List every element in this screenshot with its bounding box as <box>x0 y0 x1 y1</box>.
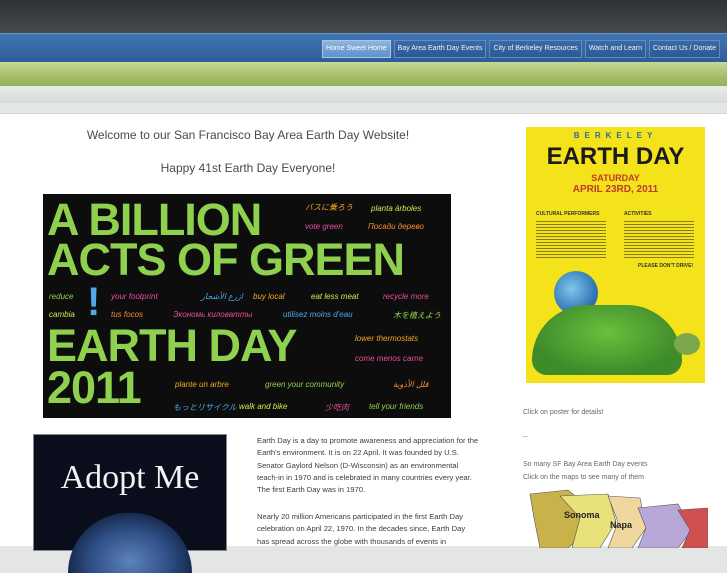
poster-date: APRIL 23RD, 2011 <box>572 184 659 195</box>
banner-line-acts-of-green: ACTS OF GREEN <box>47 234 405 285</box>
banner-phrase: قلل الأذوية <box>393 380 429 389</box>
berkeley-earth-day-poster[interactable]: BERKELEY EARTH DAY SATURDAY APRIL 23RD, … <box>526 127 705 383</box>
adopt-me-image[interactable]: Adopt Me <box>33 434 227 573</box>
earth-globe-graphic <box>68 513 192 573</box>
earth-day-paragraph-2: Nearly 20 million Americans participated… <box>257 512 466 546</box>
welcome-heading: Welcome to our San Francisco Bay Area Ea… <box>86 128 410 142</box>
billion-acts-banner-image[interactable]: A BILLION ACTS OF GREEN ! EARTH DAY 2011… <box>43 194 451 418</box>
nav-item-contact-donate[interactable]: Contact Us / Donate <box>648 40 720 58</box>
nav-item-home[interactable]: Home Sweet Home <box>321 40 391 58</box>
earth-day-paragraph-1: Earth Day is a day to promote awareness … <box>257 436 479 495</box>
banner-line-exclamation: ! <box>87 280 100 324</box>
banner-phrase: plante un arbre <box>175 380 229 389</box>
banner-phrase: utilisez moins d'eau <box>283 310 353 319</box>
banner-phrase: cambia <box>49 310 75 319</box>
banner-phrase: 木を植えよう <box>393 311 441 320</box>
poster-text-lines <box>624 219 694 259</box>
poster-dont-drive: PLEASE DON'T DRIVE! <box>638 263 694 269</box>
banner-phrase: buy local <box>253 292 285 301</box>
poster-turtle-head <box>674 333 700 355</box>
top-dark-bar <box>0 0 727 33</box>
banner-phrase: tus focos <box>111 310 144 319</box>
banner-phrase: Посади дерево <box>368 222 425 231</box>
happy-earth-day-heading: Happy 41st Earth Day Everyone! <box>160 161 336 175</box>
banner-phrase: come menos carne <box>355 354 424 363</box>
poster-activities: ACTIVITIES <box>624 211 652 217</box>
nav-item-watch-and-learn[interactable]: Watch and Learn <box>584 40 646 58</box>
banner-phrase: recycle more <box>383 292 429 301</box>
nav-item-berkeley-resources[interactable]: City of Berkeley Resources <box>489 40 582 58</box>
map-svg <box>529 489 708 548</box>
map-label-napa: Napa <box>610 520 633 530</box>
banner-phrase: planta árboles <box>371 204 422 213</box>
green-header-band <box>0 62 727 86</box>
banner-phrase: vote green <box>305 222 343 231</box>
banner-phrase: もっとリサイクル <box>173 403 237 412</box>
main-navigation-bar: Home Sweet Home Bay Area Earth Day Event… <box>0 33 727 62</box>
nav-item-bay-area-events[interactable]: Bay Area Earth Day Events <box>393 40 487 58</box>
banner-phrase: tell your friends <box>369 402 424 411</box>
banner-phrase: lower thermostats <box>355 334 419 343</box>
banner-phrase: 少吃肉 <box>325 403 349 412</box>
banner-phrase: バスに乗ろう <box>305 203 353 212</box>
banner-phrase: ازرع الأشجار <box>201 292 243 301</box>
sidebar-dash: -- <box>523 434 528 441</box>
maps-text: Click on the maps to see many of them <box>523 474 644 481</box>
banner-phrase: reduce <box>49 292 74 301</box>
banner-phrase: eat less meat <box>311 292 359 301</box>
bay-area-map-image[interactable]: Sonoma Napa <box>528 488 708 548</box>
nav-menu: Home Sweet Home Bay Area Earth Day Event… <box>321 40 720 58</box>
banner-phrase: your footprint <box>111 292 158 301</box>
poster-caption: Click on poster for details! <box>523 409 604 416</box>
banner-phrase: Экономь киловатты <box>173 310 253 319</box>
poster-saturday: SATURDAY <box>591 173 640 183</box>
content-area: Welcome to our San Francisco Bay Area Ea… <box>0 113 727 573</box>
map-label-sonoma: Sonoma <box>564 510 600 520</box>
poster-berkeley-text: BERKELEY <box>573 131 658 140</box>
banner-phrase: green your community <box>265 380 345 389</box>
banner-phrase: walk and bike <box>239 402 288 411</box>
poster-earth-day-title: EARTH DAY <box>546 143 685 170</box>
poster-cultural-performers: CULTURAL PERFORMERS <box>536 211 600 217</box>
poster-turtle-graphic <box>532 305 682 375</box>
banner-line-2011: 2011 <box>47 362 142 413</box>
header-divider-band <box>0 86 727 103</box>
poster-text-lines <box>536 219 606 259</box>
adopt-me-text: Adopt Me <box>60 459 200 496</box>
events-text: So many SF Bay Area Earth Day events <box>523 461 648 468</box>
